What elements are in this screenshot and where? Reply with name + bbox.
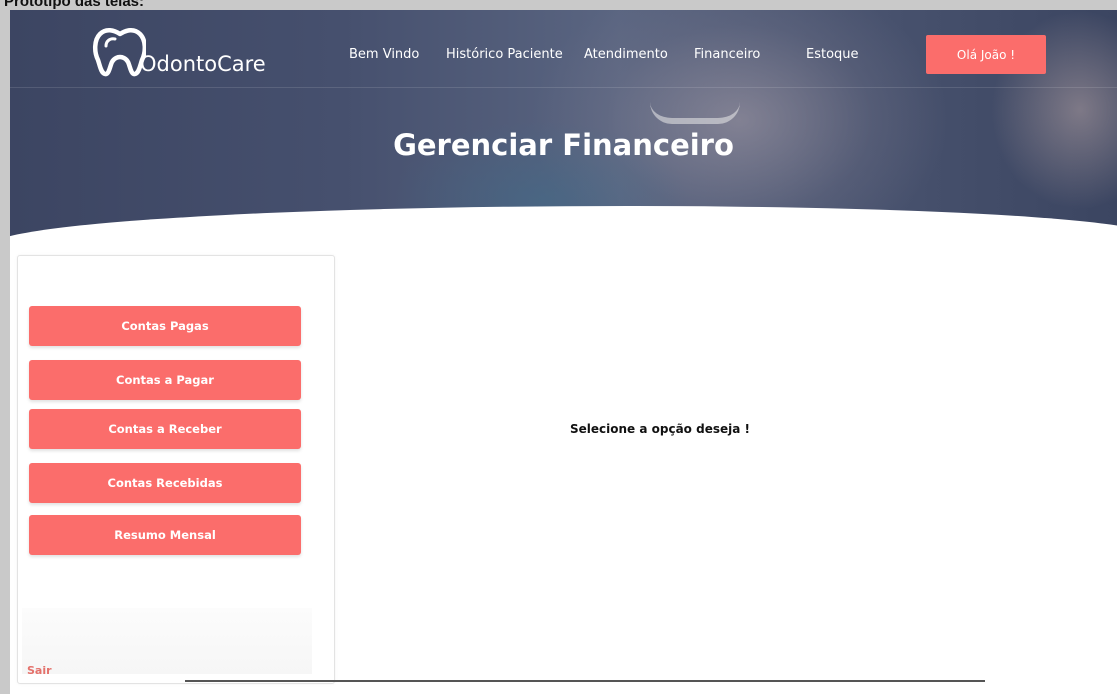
- user-greeting-button[interactable]: Olá João !: [926, 35, 1046, 74]
- finance-sidebar: Contas Pagas Contas a Pagar Contas a Rec…: [17, 255, 335, 684]
- contas-a-receber-button[interactable]: Contas a Receber: [29, 409, 301, 449]
- hero-banner: OdontoCare Bem Vindo Histórico Paciente …: [10, 10, 1117, 238]
- brand-name: OdontoCare: [140, 52, 266, 76]
- nav-estoque[interactable]: Estoque: [806, 47, 859, 62]
- nav-financeiro[interactable]: Financeiro: [694, 47, 760, 62]
- document-caption: Protótipo das telas:: [4, 0, 145, 10]
- contas-recebidas-button[interactable]: Contas Recebidas: [29, 463, 301, 503]
- app-screen: OdontoCare Bem Vindo Histórico Paciente …: [10, 10, 1117, 694]
- brand-logo[interactable]: OdontoCare: [90, 26, 266, 78]
- nav-atendimento[interactable]: Atendimento: [584, 47, 668, 62]
- nav-bem-vindo[interactable]: Bem Vindo: [349, 47, 419, 62]
- logout-link[interactable]: Sair: [27, 664, 52, 677]
- sidebar-footer-area: [22, 608, 312, 674]
- top-navbar: OdontoCare Bem Vindo Histórico Paciente …: [10, 10, 1117, 88]
- tooth-icon: [93, 28, 146, 77]
- contas-a-pagar-button[interactable]: Contas a Pagar: [29, 360, 301, 400]
- page-title: Gerenciar Financeiro: [393, 128, 734, 162]
- content-placeholder-message: Selecione a opção deseja !: [570, 422, 750, 436]
- footer-divider: [185, 680, 985, 682]
- contas-pagas-button[interactable]: Contas Pagas: [29, 306, 301, 346]
- resumo-mensal-button[interactable]: Resumo Mensal: [29, 515, 301, 555]
- nav-historico-paciente[interactable]: Histórico Paciente: [446, 47, 563, 62]
- hero-wave: [10, 206, 1117, 238]
